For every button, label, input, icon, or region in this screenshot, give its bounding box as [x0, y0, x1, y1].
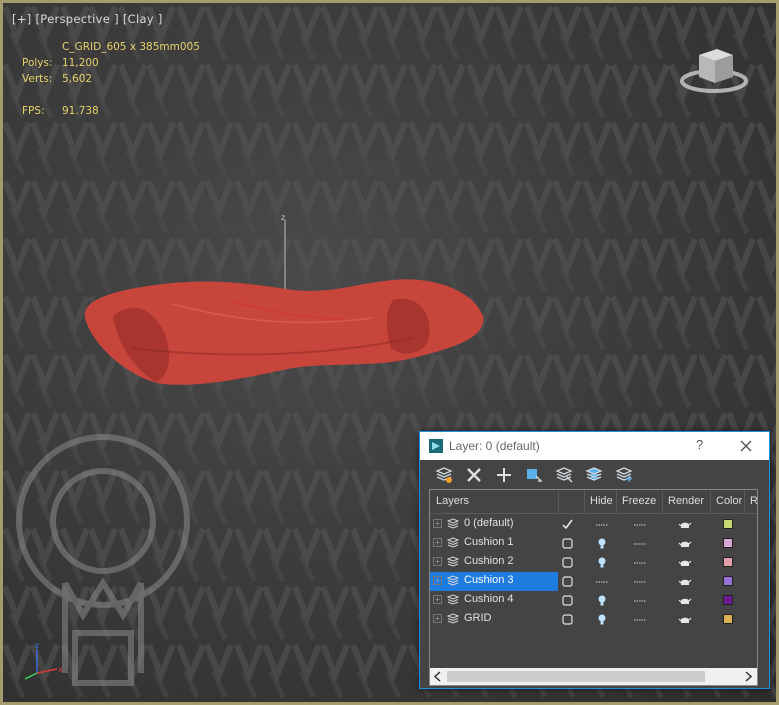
expand-icon[interactable]: + [433, 557, 442, 566]
layer-color-swatch[interactable] [723, 595, 733, 605]
teapot-render-icon[interactable] [678, 575, 692, 589]
help-button[interactable]: ? [696, 437, 703, 452]
layer-stack-icon [447, 613, 459, 624]
layer-stack-icon [447, 537, 459, 548]
expand-icon[interactable]: + [433, 595, 442, 604]
teapot-render-icon[interactable] [678, 518, 692, 532]
cushion-mesh[interactable]: z [73, 208, 493, 398]
delete-layer-icon[interactable] [464, 465, 484, 485]
add-to-layer-icon[interactable] [494, 465, 514, 485]
layer-row[interactable]: + Cushion 3 [430, 572, 757, 591]
expand-icon[interactable]: + [433, 614, 442, 623]
layer-list-panel: Layers Hide Freeze Render Color R +0 (de… [429, 489, 758, 686]
layer-row[interactable]: +0 (default) [430, 515, 757, 534]
col-radiosity[interactable]: R [750, 495, 757, 507]
expand-icon[interactable]: + [433, 576, 442, 585]
verts-label: Verts: [22, 73, 53, 85]
scroll-right-icon[interactable] [743, 671, 753, 682]
hide-all-icon[interactable] [584, 465, 604, 485]
dialog-title-bar[interactable]: Layer: 0 (default) ? [420, 432, 769, 460]
layer-manager-dialog[interactable]: Layer: 0 (default) ? Layers Hide Freeze … [419, 431, 770, 689]
teapot-render-icon[interactable] [678, 594, 692, 608]
viewcube-icon[interactable] [679, 41, 749, 97]
freeze-dash-icon[interactable] [633, 520, 647, 530]
freeze-dash-icon[interactable] [633, 615, 647, 625]
layer-name[interactable]: Cushion 2 [464, 555, 514, 567]
layer-row[interactable]: + Cushion 4 [430, 591, 757, 610]
layer-color-swatch[interactable] [723, 519, 733, 529]
new-layer-icon[interactable] [434, 465, 454, 485]
visibility-dash-icon[interactable] [595, 518, 609, 532]
freeze-dash-icon[interactable] [633, 539, 647, 549]
current-layer-check-icon[interactable] [562, 519, 573, 530]
layer-stack-icon [447, 594, 459, 605]
set-current-layer-icon[interactable] [562, 595, 573, 606]
layer-table-header: Layers Hide Freeze Render Color R [430, 490, 757, 514]
layer-row[interactable]: + GRID [430, 610, 757, 629]
layer-color-swatch[interactable] [723, 576, 733, 586]
expand-icon[interactable]: + [433, 538, 442, 547]
freeze-dash-icon[interactable] [633, 577, 647, 587]
col-freeze[interactable]: Freeze [622, 495, 656, 507]
polys-label: Polys: [22, 57, 53, 69]
freeze-all-icon[interactable] [614, 465, 634, 485]
freeze-dash-icon[interactable] [633, 558, 647, 568]
gizmo-axis-label: z [281, 213, 285, 222]
layer-toolbar [420, 461, 769, 489]
col-render[interactable]: Render [668, 495, 704, 507]
lightbulb-icon[interactable] [595, 613, 609, 627]
fps-label: FPS: [22, 105, 45, 117]
layer-stack-icon [447, 556, 459, 567]
svg-text:x: x [58, 665, 63, 674]
teapot-render-icon[interactable] [678, 556, 692, 570]
layer-name[interactable]: Cushion 4 [464, 593, 514, 605]
svg-text:z: z [35, 641, 39, 650]
layer-row[interactable]: + Cushion 2 [430, 553, 757, 572]
close-icon[interactable] [738, 438, 754, 454]
highlight-layer-icon[interactable] [554, 465, 574, 485]
layer-name[interactable]: 0 (default) [464, 517, 514, 529]
layer-table[interactable]: Layers Hide Freeze Render Color R +0 (de… [430, 490, 757, 668]
freeze-dash-icon[interactable] [633, 596, 647, 606]
dialog-title: Layer: 0 (default) [449, 439, 540, 453]
visibility-dash-icon[interactable] [595, 575, 609, 589]
layer-color-swatch[interactable] [723, 557, 733, 567]
layer-name[interactable]: Cushion 3 [464, 574, 514, 586]
set-current-layer-icon[interactable] [562, 614, 573, 625]
layer-name[interactable]: GRID [464, 612, 492, 624]
app-logo-icon [429, 439, 443, 453]
lightbulb-icon[interactable] [595, 556, 609, 570]
scene-statistics: C_GRID_605 x 385mm005 Polys: 11,200 Vert… [3, 3, 263, 133]
teapot-render-icon[interactable] [678, 537, 692, 551]
horizontal-scrollbar[interactable] [430, 668, 757, 685]
fps-value: 91.738 [62, 105, 99, 117]
set-current-layer-icon[interactable] [562, 538, 573, 549]
layer-name[interactable]: Cushion 1 [464, 536, 514, 548]
lightbulb-icon[interactable] [595, 594, 609, 608]
layer-stack-icon [447, 518, 459, 529]
col-color[interactable]: Color [716, 495, 742, 507]
col-hide[interactable]: Hide [590, 495, 613, 507]
col-layers[interactable]: Layers [436, 495, 469, 507]
layer-row[interactable]: + Cushion 1 [430, 534, 757, 553]
teapot-render-icon[interactable] [678, 613, 692, 627]
set-current-layer-icon[interactable] [562, 557, 573, 568]
scroll-left-icon[interactable] [433, 671, 443, 682]
axis-tripod-icon: z x [24, 641, 63, 680]
set-current-layer-icon[interactable] [562, 576, 573, 587]
verts-value: 5,602 [62, 73, 93, 85]
select-objects-icon[interactable] [524, 465, 544, 485]
layer-color-swatch[interactable] [723, 538, 733, 548]
layer-stack-icon [447, 575, 459, 586]
lightbulb-icon[interactable] [595, 537, 609, 551]
object-name: C_GRID_605 x 385mm005 [62, 41, 200, 53]
layer-color-swatch[interactable] [723, 614, 733, 624]
scrollbar-thumb[interactable] [447, 671, 705, 682]
polys-value: 11,200 [62, 57, 99, 69]
expand-icon[interactable]: + [433, 519, 442, 528]
